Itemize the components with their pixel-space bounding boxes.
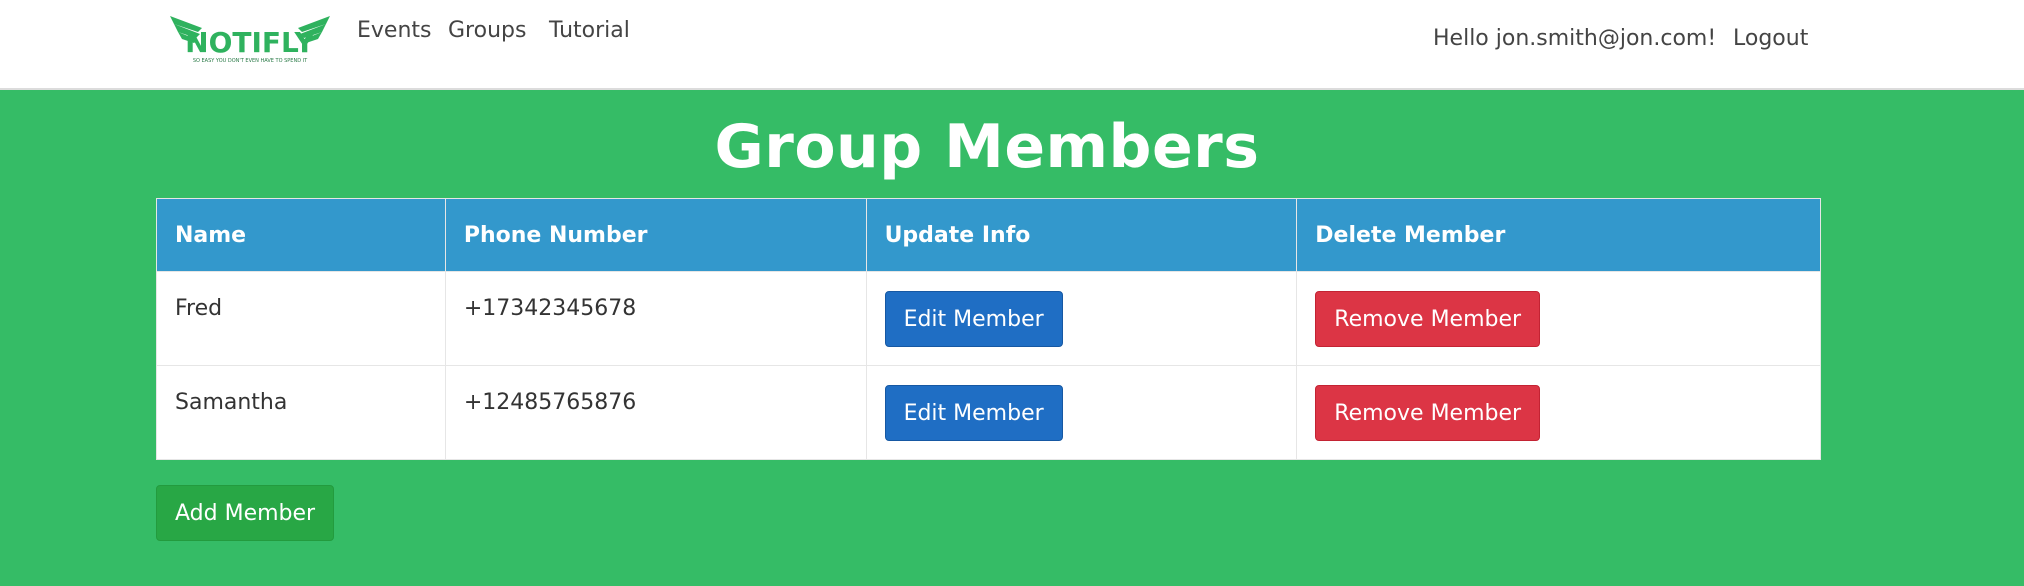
table-row: Fred +17342345678 Edit Member Remove Mem… (156, 271, 1821, 366)
member-name: Fred (175, 296, 223, 321)
update-cell: Edit Member (865, 365, 1298, 460)
svg-text:NOTIFLY: NOTIFLY (185, 26, 315, 59)
column-header-name: Name (156, 198, 446, 272)
member-phone: +12485765876 (463, 390, 637, 415)
delete-cell: Remove Member (1296, 271, 1821, 366)
column-header-phone: Phone Number (444, 198, 867, 272)
table-row: Samantha +12485765876 Edit Member Remove… (156, 365, 1821, 460)
nav-link-groups[interactable]: Groups (448, 18, 526, 43)
member-name-cell: Fred (156, 271, 446, 366)
member-phone-cell: +12485765876 (444, 365, 867, 460)
column-header-update: Update Info (865, 198, 1298, 272)
group-members-table: Name Phone Number Update Info Delete Mem… (156, 198, 1821, 460)
edit-member-button[interactable]: Edit Member (884, 385, 1063, 441)
svg-text:SO EASY YOU DON'T EVEN HAVE TO: SO EASY YOU DON'T EVEN HAVE TO SPEND IT (193, 58, 308, 64)
remove-member-button[interactable]: Remove Member (1315, 291, 1541, 347)
table-header-row: Name Phone Number Update Info Delete Mem… (156, 198, 1821, 272)
notifly-logo[interactable]: NOTIFLY SO EASY YOU DON'T EVEN HAVE TO S… (168, 12, 332, 64)
nav-link-tutorial[interactable]: Tutorial (549, 18, 630, 43)
nav-link-events[interactable]: Events (357, 18, 432, 43)
member-phone-cell: +17342345678 (444, 271, 867, 366)
delete-cell: Remove Member (1296, 365, 1821, 460)
column-header-delete: Delete Member (1296, 198, 1821, 272)
update-cell: Edit Member (865, 271, 1298, 366)
member-name-cell: Samantha (156, 365, 446, 460)
top-navbar: NOTIFLY SO EASY YOU DON'T EVEN HAVE TO S… (0, 0, 2024, 90)
member-phone: +17342345678 (463, 296, 637, 321)
user-greeting: Hello jon.smith@jon.com! (1433, 26, 1717, 51)
page-title: Group Members (714, 112, 1260, 182)
edit-member-button[interactable]: Edit Member (884, 291, 1063, 347)
member-name: Samantha (175, 390, 288, 415)
logout-link[interactable]: Logout (1733, 26, 1808, 51)
remove-member-button[interactable]: Remove Member (1315, 385, 1541, 441)
add-member-button[interactable]: Add Member (156, 485, 335, 541)
